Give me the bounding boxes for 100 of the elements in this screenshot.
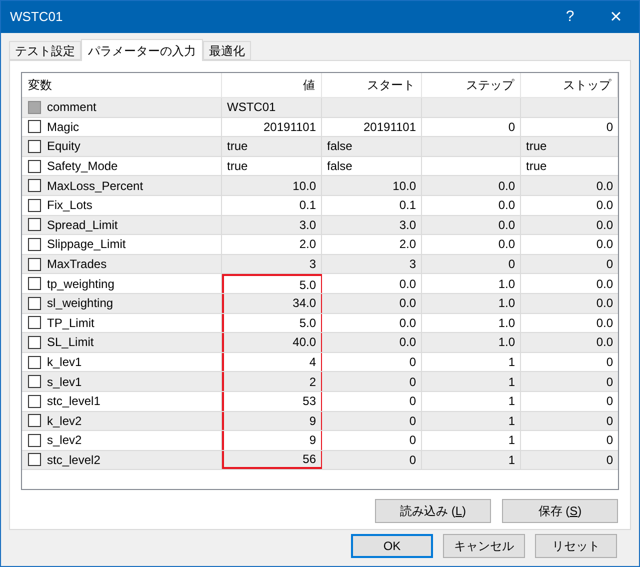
table-cell[interactable]: 0: [422, 254, 521, 274]
table-cell[interactable]: 0.0: [521, 333, 618, 352]
value-cell[interactable]: 20191101: [222, 118, 322, 136]
table-cell[interactable]: 0: [521, 450, 618, 470]
value-cell[interactable]: 10.0: [222, 176, 322, 195]
parameter-name: stc_level1: [47, 393, 100, 410]
column-header[interactable]: スタート: [322, 73, 422, 97]
value-cell[interactable]: 2.0: [222, 235, 322, 254]
checkbox[interactable]: [28, 296, 41, 310]
close-button[interactable]: ×: [593, 1, 639, 33]
table-cell[interactable]: 0.0: [422, 235, 521, 254]
table-cell[interactable]: true: [521, 156, 618, 176]
checkbox[interactable]: [28, 277, 41, 290]
table-cell[interactable]: 0.0: [521, 294, 618, 313]
checkbox[interactable]: [28, 414, 41, 428]
checkbox[interactable]: [28, 238, 41, 251]
column-header[interactable]: ステップ: [422, 73, 521, 97]
dialog-button[interactable]: リセット: [535, 534, 617, 558]
parameter-name: tp_weighting: [47, 276, 114, 293]
column-header[interactable]: ストップ: [521, 73, 618, 97]
tab[interactable]: パラメーターの入力: [81, 39, 203, 61]
table-cell[interactable]: 10.0: [322, 176, 422, 195]
checkbox[interactable]: [28, 316, 41, 330]
checkbox[interactable]: [28, 120, 41, 134]
table-cell[interactable]: 0: [322, 352, 422, 372]
table-cell[interactable]: 1: [422, 412, 521, 430]
table-cell[interactable]: true: [521, 137, 618, 156]
table-cell[interactable]: 0.0: [521, 235, 618, 254]
table-cell[interactable]: 0.0: [521, 196, 618, 215]
checkbox[interactable]: [28, 453, 41, 466]
table-cell[interactable]: 1.0: [422, 274, 521, 293]
table-cell[interactable]: 0: [521, 412, 618, 430]
checkbox[interactable]: [28, 140, 41, 153]
table-cell[interactable]: 0.0: [322, 294, 422, 313]
value-cell[interactable]: true: [222, 137, 322, 156]
table-cell[interactable]: 1.0: [422, 314, 521, 332]
value-cell[interactable]: 3: [222, 254, 322, 274]
dialog-button[interactable]: OK: [351, 534, 433, 558]
table-cell[interactable]: 0.0: [521, 274, 618, 293]
table-cell[interactable]: 0.0: [322, 274, 422, 293]
checkbox[interactable]: [28, 179, 41, 192]
table-cell[interactable]: 1: [422, 431, 521, 450]
table-cell[interactable]: 0: [521, 352, 618, 372]
parameter-name: SL_Limit: [47, 334, 94, 352]
table-cell[interactable]: 0: [322, 450, 422, 470]
checkbox[interactable]: [28, 198, 41, 212]
table-cell[interactable]: 0.0: [521, 314, 618, 332]
checkbox[interactable]: [28, 394, 41, 408]
checkbox[interactable]: [28, 218, 41, 232]
checkbox[interactable]: [28, 356, 41, 369]
column-header[interactable]: 値: [222, 73, 322, 97]
tab[interactable]: 最適化: [203, 41, 251, 60]
table-cell[interactable]: 0.0: [521, 216, 618, 234]
parameter-name: MaxLoss_Percent: [47, 178, 144, 195]
help-button[interactable]: ?: [547, 1, 593, 33]
table-cell[interactable]: 0: [322, 372, 422, 391]
dialog-button[interactable]: キャンセル: [443, 534, 525, 558]
table-cell[interactable]: 1: [422, 372, 521, 391]
table-cell[interactable]: 0.0: [422, 176, 521, 195]
value-cell[interactable]: 3.0: [222, 216, 322, 234]
tab[interactable]: テスト設定: [9, 41, 81, 60]
checkbox[interactable]: [28, 160, 41, 173]
panel-button[interactable]: 保存 (S): [502, 499, 618, 523]
column-header[interactable]: 変数: [22, 73, 222, 97]
table-cell[interactable]: 0: [322, 392, 422, 410]
table-cell[interactable]: 1.0: [422, 333, 521, 352]
table-cell[interactable]: 0: [322, 412, 422, 430]
value-cell[interactable]: 56: [222, 450, 322, 470]
checkbox[interactable]: [28, 434, 41, 447]
table-cell[interactable]: 3.0: [322, 216, 422, 234]
checkbox[interactable]: [28, 336, 41, 349]
table-cell[interactable]: 1.0: [422, 294, 521, 313]
value-cell[interactable]: true: [222, 156, 322, 176]
table-cell[interactable]: 2.0: [322, 235, 422, 254]
table-cell[interactable]: 1: [422, 392, 521, 410]
table-cell[interactable]: 0.0: [322, 314, 422, 332]
table-cell[interactable]: 0: [521, 392, 618, 410]
table-cell[interactable]: 0.0: [422, 216, 521, 234]
table-cell[interactable]: false: [322, 137, 422, 156]
table-cell[interactable]: 0: [521, 118, 618, 136]
checkbox[interactable]: [28, 258, 41, 271]
table-cell[interactable]: 20191101: [322, 118, 422, 136]
table-cell[interactable]: 1: [422, 450, 521, 470]
table-cell[interactable]: false: [322, 156, 422, 176]
table-cell[interactable]: 3: [322, 254, 422, 274]
table-cell[interactable]: 0.0: [422, 196, 521, 215]
table-cell[interactable]: 0: [422, 118, 521, 136]
table-cell[interactable]: 0: [521, 254, 618, 274]
table-cell[interactable]: 0.0: [322, 333, 422, 352]
checkbox[interactable]: [28, 375, 41, 388]
parameter-name: TP_Limit: [47, 314, 94, 332]
table-cell[interactable]: 0.1: [322, 196, 422, 215]
panel-button[interactable]: 読み込み (L): [375, 499, 491, 523]
table-cell[interactable]: 0: [521, 431, 618, 450]
table-cell[interactable]: 0: [521, 372, 618, 391]
table-cell[interactable]: 0.0: [521, 176, 618, 195]
table-cell[interactable]: 1: [422, 352, 521, 372]
value-cell[interactable]: 0.1: [222, 196, 322, 215]
parameter-name: s_lev1: [47, 374, 82, 391]
table-cell[interactable]: 0: [322, 431, 422, 450]
